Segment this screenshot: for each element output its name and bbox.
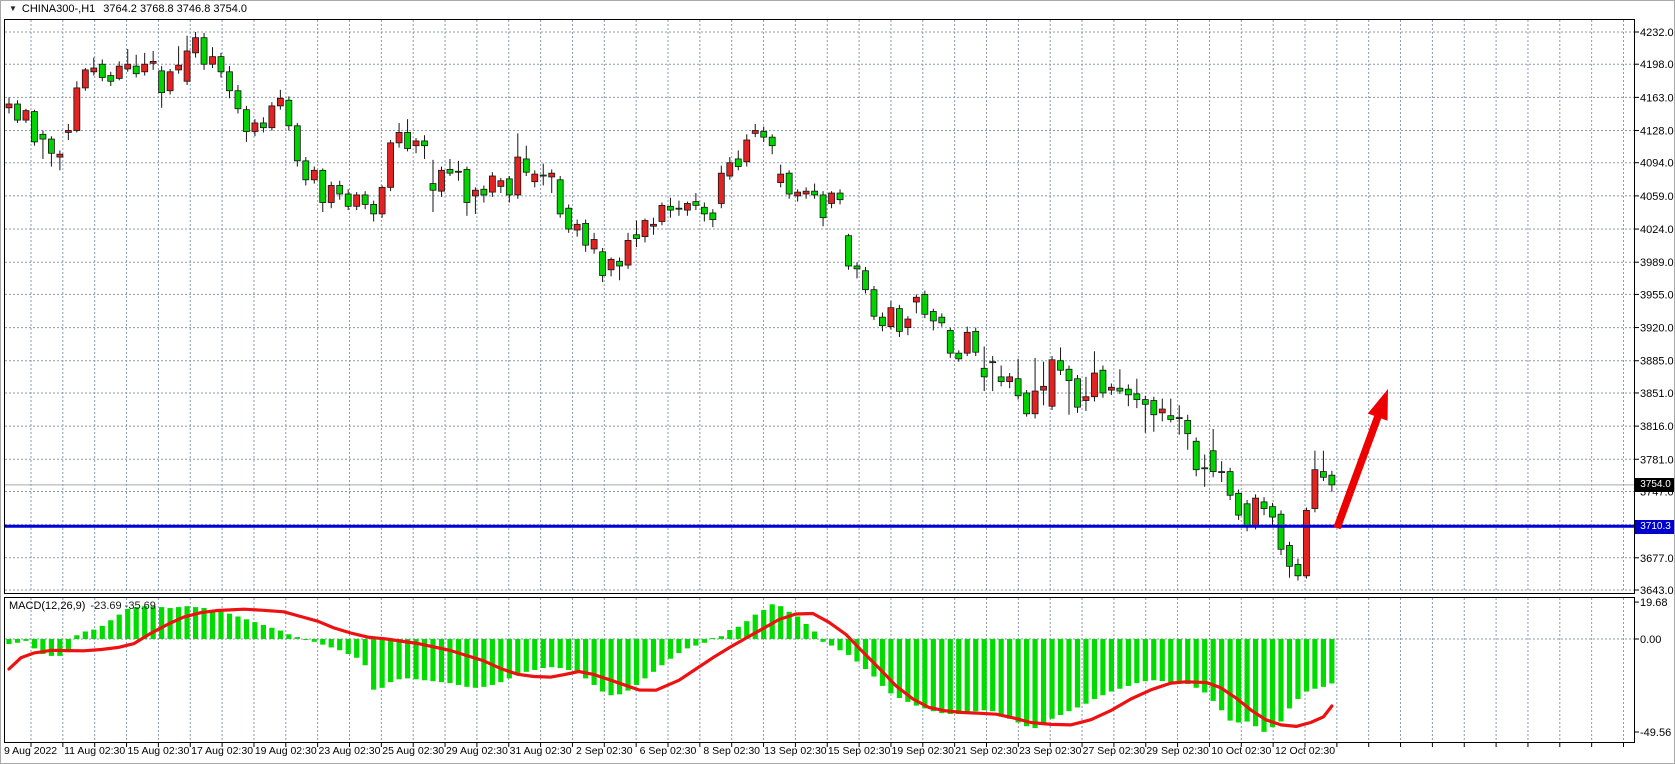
- symbol-period-label: CHINA300-,H1: [22, 3, 95, 15]
- svg-text:29 Sep 02:30: 29 Sep 02:30: [1146, 745, 1209, 757]
- svg-text:-49.56: -49.56: [1640, 727, 1671, 739]
- hline-price-badge: 3710.3: [1635, 520, 1675, 534]
- svg-text:12 Oct 02:30: 12 Oct 02:30: [1275, 745, 1335, 757]
- svg-text:4059.0: 4059.0: [1640, 191, 1674, 203]
- svg-text:15 Aug 02:30: 15 Aug 02:30: [127, 745, 189, 757]
- svg-text:3781.0: 3781.0: [1640, 454, 1674, 466]
- symbol-dropdown-icon[interactable]: ▼: [9, 4, 17, 13]
- svg-text:3851.0: 3851.0: [1640, 388, 1674, 400]
- svg-text:4163.0: 4163.0: [1640, 92, 1674, 104]
- svg-text:23 Aug 02:30: 23 Aug 02:30: [319, 745, 381, 757]
- svg-text:8 Sep 02:30: 8 Sep 02:30: [703, 745, 760, 757]
- svg-text:31 Aug 02:30: 31 Aug 02:30: [510, 745, 572, 757]
- svg-text:3955.0: 3955.0: [1640, 289, 1674, 301]
- svg-text:4232.0: 4232.0: [1640, 27, 1674, 39]
- current-price-badge: 3754.0: [1635, 478, 1675, 492]
- svg-text:0.00: 0.00: [1640, 634, 1661, 646]
- svg-text:19 Sep 02:30: 19 Sep 02:30: [892, 745, 955, 757]
- svg-text:4128.0: 4128.0: [1640, 126, 1674, 138]
- svg-text:3885.0: 3885.0: [1640, 356, 1674, 368]
- svg-text:19 Aug 02:30: 19 Aug 02:30: [255, 745, 317, 757]
- svg-text:4198.0: 4198.0: [1640, 59, 1674, 71]
- svg-text:10 Oct 02:30: 10 Oct 02:30: [1211, 745, 1271, 757]
- svg-text:27 Sep 02:30: 27 Sep 02:30: [1083, 745, 1146, 757]
- chart-title[interactable]: ▼ CHINA300-,H1 3764.2 3768.8 3746.8 3754.0: [9, 3, 247, 15]
- svg-text:23 Sep 02:30: 23 Sep 02:30: [1019, 745, 1082, 757]
- svg-text:3920.0: 3920.0: [1640, 323, 1674, 335]
- svg-text:6 Sep 02:30: 6 Sep 02:30: [640, 745, 697, 757]
- time-axis: 9 Aug 2022 11 Aug 02:3015 Aug 02:3017 Aug…: [4, 743, 1624, 757]
- svg-text:21 Sep 02:30: 21 Sep 02:30: [955, 745, 1018, 757]
- svg-text:3677.0: 3677.0: [1640, 553, 1674, 565]
- price-chart-canvas[interactable]: 4232.0 4198.0 4163.0 4128.0 4094.0 4059.0 4024…: [1, 1, 1675, 764]
- svg-text:19.68: 19.68: [1640, 597, 1668, 609]
- svg-text:11 Aug 02:30: 11 Aug 02:30: [64, 745, 125, 757]
- svg-text:2 Sep 02:30: 2 Sep 02:30: [576, 745, 633, 757]
- svg-text:3643.0: 3643.0: [1640, 585, 1674, 597]
- svg-text:3989.0: 3989.0: [1640, 257, 1674, 269]
- macd-name: MACD(12,26,9): [9, 600, 85, 612]
- svg-text:4094.0: 4094.0: [1640, 158, 1674, 170]
- ohlc-values: 3764.2 3768.8 3746.8 3754.0: [103, 3, 247, 15]
- price-axis: 4232.0 4198.0 4163.0 4128.0 4094.0 4059.0 4024…: [1634, 27, 1674, 597]
- svg-text:17 Aug 02:30: 17 Aug 02:30: [191, 745, 253, 757]
- macd-values: -23.69 -35.69: [90, 600, 155, 612]
- svg-text:29 Aug 02:30: 29 Aug 02:30: [446, 745, 508, 757]
- svg-text:9 Aug 2022: 9 Aug 2022: [4, 745, 57, 757]
- trading-chart-window: 4232.0 4198.0 4163.0 4128.0 4094.0 4059.0 4024…: [0, 0, 1675, 764]
- svg-text:3816.0: 3816.0: [1640, 421, 1674, 433]
- svg-text:4024.0: 4024.0: [1640, 224, 1674, 236]
- svg-text:15 Sep 02:30: 15 Sep 02:30: [828, 745, 891, 757]
- svg-text:25 Aug 02:30: 25 Aug 02:30: [382, 745, 444, 757]
- macd-indicator-label: MACD(12,26,9) -23.69 -35.69: [9, 600, 156, 612]
- svg-text:13 Sep 02:30: 13 Sep 02:30: [764, 745, 827, 757]
